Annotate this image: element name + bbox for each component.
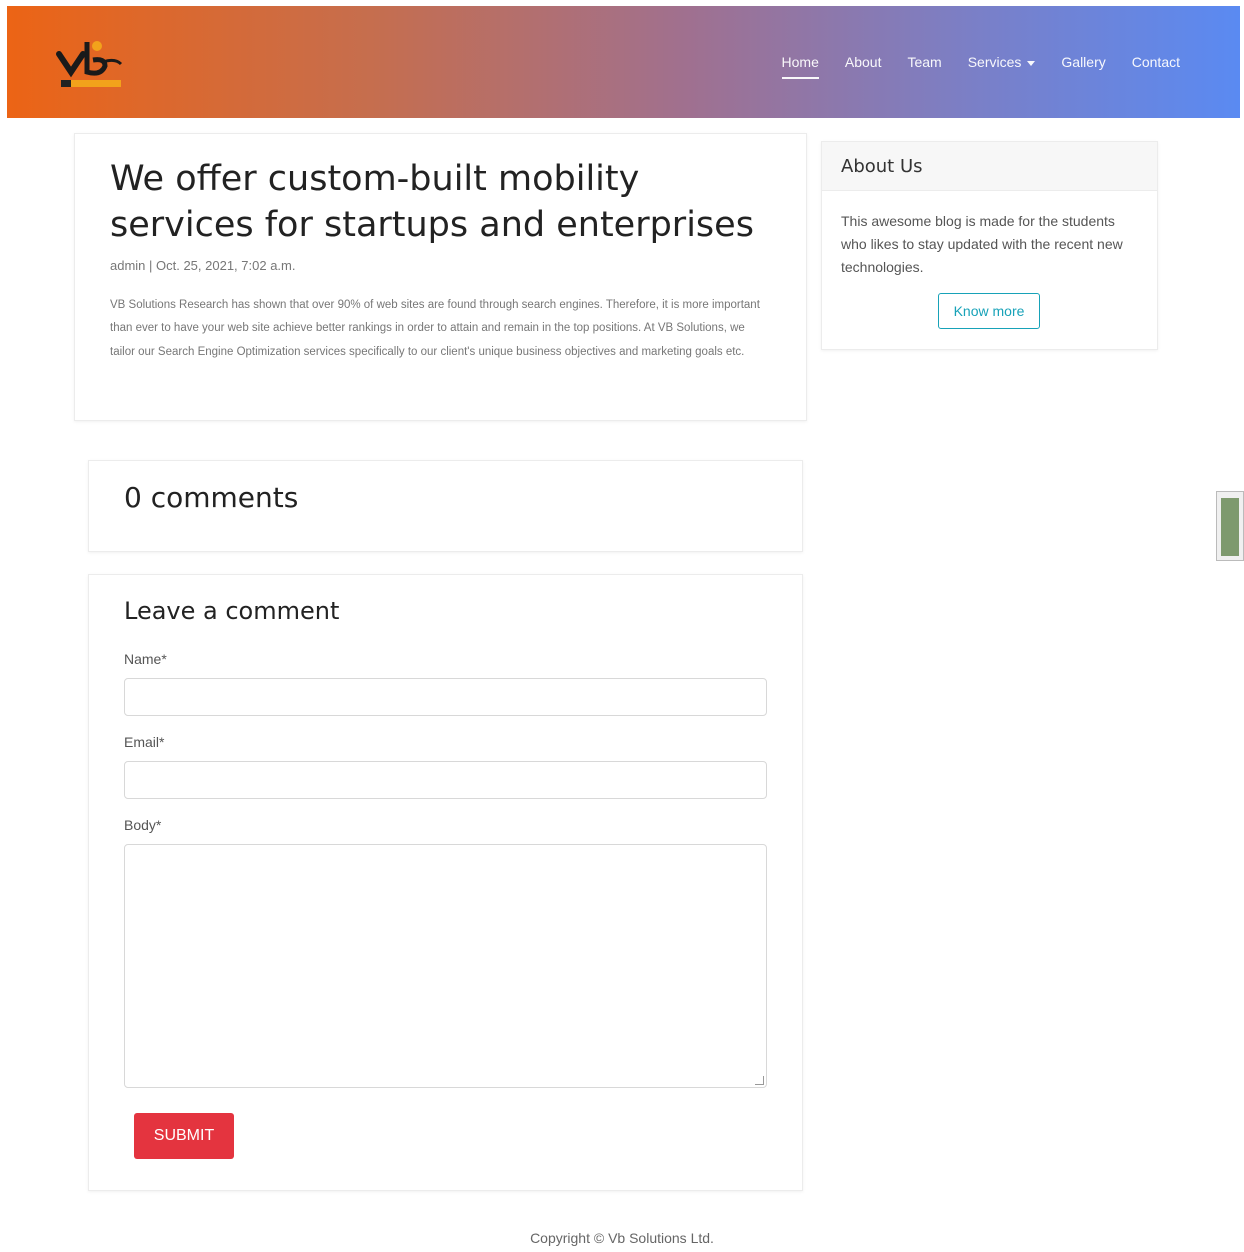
top-navbar: Home About Team Services Gallery Contact <box>7 6 1240 118</box>
comment-form: Leave a comment Name* Email* Body* SUBMI… <box>88 574 803 1191</box>
nav-menu: Home About Team Services Gallery Contact <box>769 6 1193 118</box>
nav-gallery[interactable]: Gallery <box>1048 54 1118 70</box>
nav-contact[interactable]: Contact <box>1119 54 1193 70</box>
body-textarea[interactable] <box>124 844 767 1088</box>
side-tab-graphic <box>1221 498 1239 556</box>
nav-team[interactable]: Team <box>894 54 954 70</box>
form-title: Leave a comment <box>124 597 340 625</box>
comments-count: 0 comments <box>124 481 299 514</box>
nav-services-label: Services <box>967 54 1022 70</box>
email-label: Email* <box>124 734 165 750</box>
nav-about[interactable]: About <box>832 54 895 70</box>
know-more-button[interactable]: Know more <box>938 293 1040 329</box>
about-card-header: About Us <box>822 142 1157 191</box>
name-label: Name* <box>124 651 167 667</box>
nav-home[interactable]: Home <box>769 54 832 79</box>
about-title: About Us <box>841 156 923 177</box>
resize-handle-icon[interactable] <box>755 1076 764 1085</box>
email-field[interactable] <box>124 761 767 799</box>
chevron-down-icon <box>1027 60 1036 66</box>
footer-copyright: Copyright © Vb Solutions Ltd. <box>530 1230 714 1246</box>
name-field[interactable] <box>124 678 767 716</box>
nav-services[interactable]: Services <box>955 54 1049 70</box>
comments-card: 0 comments <box>88 460 803 552</box>
about-text: This awesome blog is made for the studen… <box>841 213 1123 275</box>
post-meta: admin | Oct. 25, 2021, 7:02 a.m. <box>110 258 296 273</box>
submit-button[interactable]: SUBMIT <box>134 1113 234 1159</box>
about-card: About Us This awesome blog is made for t… <box>821 141 1158 350</box>
vb-logo[interactable] <box>51 32 123 94</box>
post-card: We offer custom-built mobility services … <box>74 133 807 421</box>
body-label: Body* <box>124 817 162 833</box>
post-body: VB Solutions Research has shown that ove… <box>110 299 760 358</box>
post-title: We offer custom-built mobility services … <box>110 159 754 245</box>
side-feedback-tab[interactable] <box>1216 491 1244 561</box>
